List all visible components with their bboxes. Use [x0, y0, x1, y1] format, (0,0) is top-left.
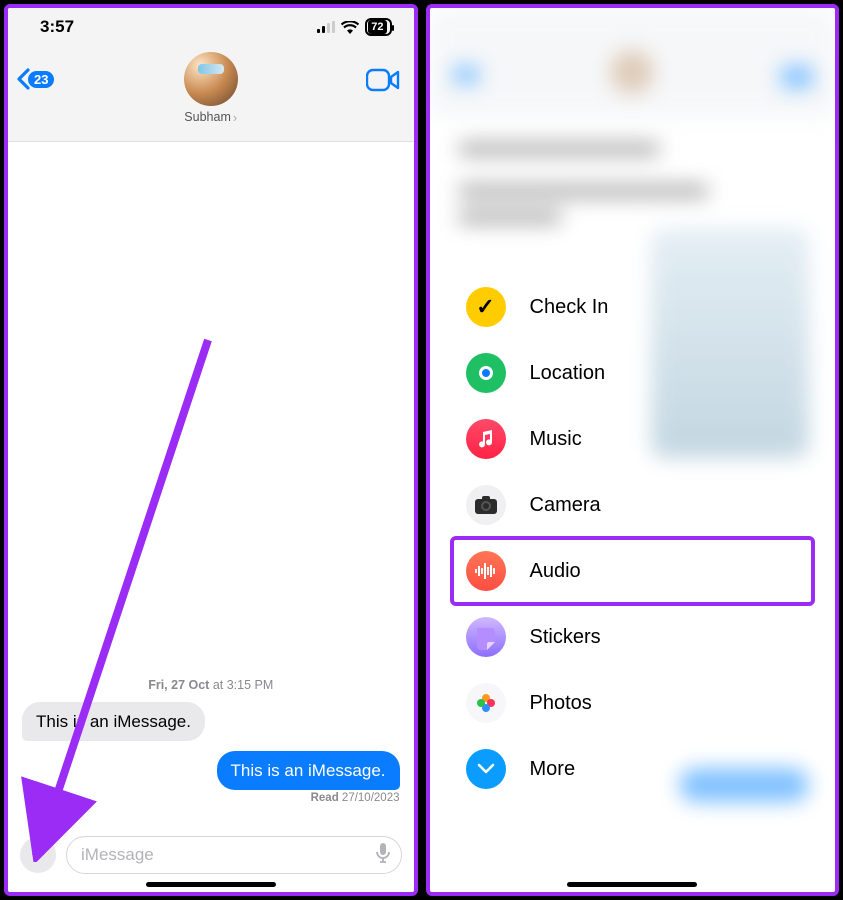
menu-label-camera: Camera: [530, 494, 601, 517]
home-indicator[interactable]: [567, 882, 697, 887]
menu-label-photos: Photos: [530, 692, 592, 715]
timestamp-time: 3:15 PM: [227, 678, 274, 692]
menu-label-location: Location: [530, 362, 606, 385]
outgoing-message[interactable]: This is an iMessage.: [217, 751, 400, 790]
audio-icon: [466, 551, 506, 591]
plus-button[interactable]: +: [20, 837, 56, 873]
check-in-icon: ✓: [466, 287, 506, 327]
right-screenshot: ✓ Check In Location Music Camera Audio: [426, 4, 840, 896]
avatar: [184, 52, 238, 106]
timestamp-at: at: [209, 678, 226, 692]
message-input[interactable]: [81, 845, 375, 865]
chevron-down-icon: [477, 763, 495, 775]
battery-level: 72: [368, 20, 386, 34]
compose-bar: +: [8, 836, 414, 874]
camera-icon: [466, 485, 506, 525]
menu-item-check-in[interactable]: ✓ Check In: [454, 274, 812, 340]
wifi-icon: [341, 21, 359, 34]
read-receipt: Read 27/10/2023: [311, 792, 400, 804]
home-indicator[interactable]: [146, 882, 276, 887]
mic-icon: [375, 842, 391, 864]
menu-item-audio[interactable]: Audio: [450, 536, 816, 606]
nav-bar: 23 Subham: [8, 46, 414, 142]
menu-item-music[interactable]: Music: [454, 406, 812, 472]
contact-name: Subham: [184, 110, 237, 125]
menu-item-location[interactable]: Location: [454, 340, 812, 406]
status-right: 72: [317, 18, 391, 36]
menu-item-camera[interactable]: Camera: [454, 472, 812, 538]
back-count-badge: 23: [28, 71, 54, 88]
contact-header[interactable]: Subham: [184, 52, 238, 126]
music-icon: [466, 419, 506, 459]
menu-label-music: Music: [530, 428, 582, 451]
photos-icon: [466, 683, 506, 723]
menu-label-more: More: [530, 758, 576, 781]
more-icon: [466, 749, 506, 789]
menu-item-photos[interactable]: Photos: [454, 670, 812, 736]
cellular-icon: [317, 21, 335, 33]
plus-icon: +: [31, 841, 45, 869]
menu-label-audio: Audio: [530, 560, 581, 583]
input-wrap: [66, 836, 402, 874]
menu-item-stickers[interactable]: Stickers: [454, 604, 812, 670]
menu-label-check-in: Check In: [530, 296, 609, 319]
receipt-date: 27/10/2023: [339, 792, 400, 804]
incoming-message[interactable]: This is an iMessage.: [22, 702, 205, 741]
apps-menu: ✓ Check In Location Music Camera Audio: [454, 274, 812, 802]
receipt-label: Read: [311, 792, 339, 804]
menu-item-more[interactable]: More: [454, 736, 812, 802]
timestamp-day: Fri, 27 Oct: [148, 678, 209, 692]
left-screenshot: 3:57 72 23 Subham Fri, 27 Oct at 3: [4, 4, 418, 896]
location-icon: [466, 353, 506, 393]
stickers-icon: [466, 617, 506, 657]
battery-icon: 72: [365, 18, 391, 36]
facetime-button[interactable]: [366, 68, 400, 97]
status-time: 3:57: [40, 17, 74, 37]
menu-label-stickers: Stickers: [530, 626, 601, 649]
mic-button[interactable]: [375, 842, 391, 869]
status-bar: 3:57 72: [8, 8, 414, 46]
message-area[interactable]: Fri, 27 Oct at 3:15 PM This is an iMessa…: [8, 142, 414, 810]
timestamp: Fri, 27 Oct at 3:15 PM: [22, 678, 400, 692]
back-button[interactable]: 23: [16, 68, 54, 90]
